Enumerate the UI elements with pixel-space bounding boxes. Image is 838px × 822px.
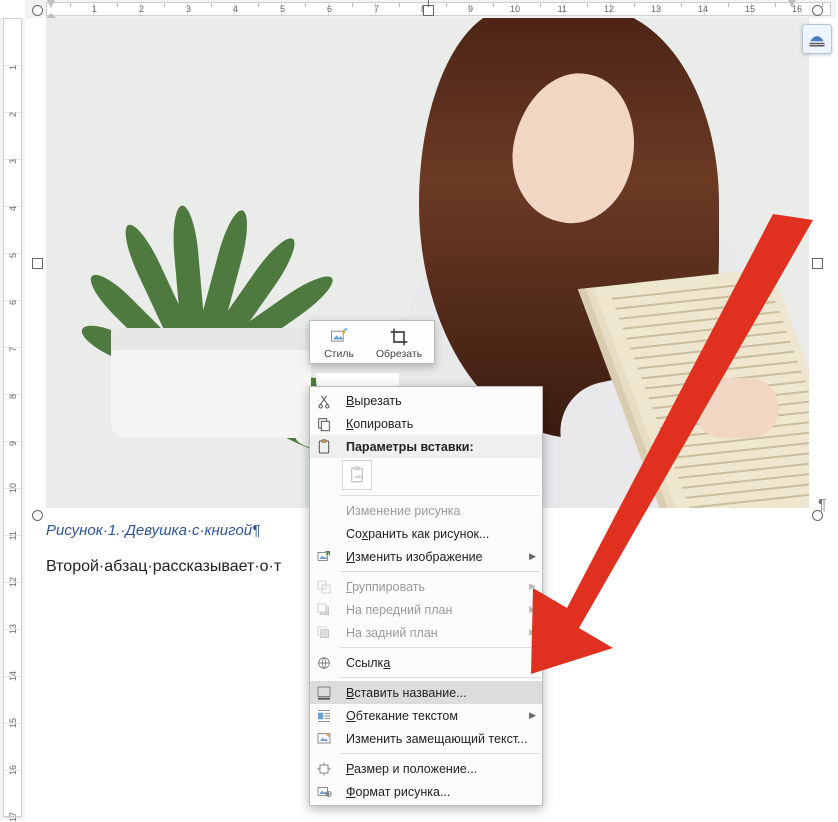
menu-change-picture[interactable]: Изменить изображение ▶	[310, 545, 542, 568]
crop-label: Обрезать	[369, 348, 429, 360]
menu-bring-front: На передний план ▶	[310, 598, 542, 621]
menu-link-label: Ссылка	[346, 656, 536, 670]
link-icon	[310, 651, 338, 674]
cut-icon	[310, 389, 338, 412]
copy-icon	[310, 412, 338, 435]
menu-group-label: Группировать	[346, 580, 517, 594]
vertical-ruler[interactable]	[0, 18, 26, 820]
menu-insert-caption-label: Вставить название...	[346, 686, 536, 700]
body-paragraph[interactable]: Второй·абзац·рассказывает·о·т	[46, 558, 281, 576]
menu-copy-label: Копировать	[346, 417, 536, 431]
menu-wrap-text[interactable]: Обтекание текстом ▶	[310, 704, 542, 727]
change-picture-icon	[310, 545, 338, 568]
menu-insert-caption[interactable]: Вставить название...	[310, 681, 542, 704]
send-back-icon	[310, 621, 338, 644]
mini-toolbar: Стиль Обрезать	[309, 320, 435, 364]
menu-edit-picture: Изменение рисунка	[310, 499, 542, 522]
menu-copy[interactable]: Копировать	[310, 412, 542, 435]
submenu-arrow-icon: ▶	[529, 581, 536, 592]
menu-group: Группировать ▶	[310, 575, 542, 598]
menu-link[interactable]: Ссылка	[310, 651, 542, 674]
horizontal-ruler[interactable]	[25, 0, 836, 19]
menu-size-position[interactable]: Размер и положение...	[310, 757, 542, 780]
submenu-arrow-icon: ▶	[529, 627, 536, 638]
menu-save-as-picture-label: Сохранить как рисунок...	[346, 527, 536, 541]
menu-size-position-label: Размер и положение...	[346, 762, 536, 776]
menu-edit-picture-label: Изменение рисунка	[346, 504, 536, 518]
crop-icon	[389, 327, 409, 347]
group-icon	[310, 575, 338, 598]
picture-style-icon	[329, 327, 349, 347]
paste-icon	[310, 435, 338, 458]
image-context-menu: Вырезать Копировать Параметры вставки: И…	[309, 386, 543, 806]
resize-handle-r[interactable]	[812, 258, 823, 269]
menu-alt-text[interactable]: Изменить замещающий текст...	[310, 727, 542, 750]
menu-send-back: На задний план ▶	[310, 621, 542, 644]
menu-alt-text-label: Изменить замещающий текст...	[346, 732, 536, 746]
resize-handle-bl[interactable]	[32, 510, 43, 521]
submenu-arrow-icon: ▶	[529, 551, 536, 562]
paragraph-mark: ¶	[818, 496, 826, 513]
menu-cut[interactable]: Вырезать	[310, 389, 542, 412]
menu-paste-options-header: Параметры вставки:	[310, 435, 542, 458]
bring-front-icon	[310, 598, 338, 621]
submenu-arrow-icon: ▶	[529, 604, 536, 615]
image-caption[interactable]: Рисунок·1.·Девушка·с·книгой¶	[46, 522, 260, 539]
insert-caption-icon	[310, 681, 338, 704]
menu-paste-options-label: Параметры вставки:	[346, 440, 536, 454]
layout-options-button[interactable]	[802, 24, 832, 54]
menu-send-back-label: На задний план	[346, 626, 517, 640]
style-label: Стиль	[315, 348, 363, 360]
format-picture-icon	[310, 780, 338, 803]
paste-picture-button	[342, 460, 372, 490]
menu-save-as-picture[interactable]: Сохранить как рисунок...	[310, 522, 542, 545]
menu-cut-label: Вырезать	[346, 394, 536, 408]
size-position-icon	[310, 757, 338, 780]
alt-text-icon	[310, 727, 338, 750]
menu-format-picture-label: Формат рисунка...	[346, 785, 536, 799]
layout-options-icon	[808, 30, 826, 48]
crop-button[interactable]: Обрезать	[367, 324, 431, 360]
document-page[interactable]: ¶ Рисунок·1.·Девушка·с·книгой¶ Второй·аб…	[25, 18, 836, 820]
menu-format-picture[interactable]: Формат рисунка...	[310, 780, 542, 803]
menu-wrap-text-label: Обтекание текстом	[346, 709, 517, 723]
menu-bring-front-label: На передний план	[346, 603, 517, 617]
menu-change-picture-label: Изменить изображение	[346, 550, 517, 564]
submenu-arrow-icon: ▶	[529, 710, 536, 721]
style-button[interactable]: Стиль	[313, 324, 365, 360]
wrap-text-icon	[310, 704, 338, 727]
menu-paste-option	[310, 458, 542, 492]
resize-handle-l[interactable]	[32, 258, 43, 269]
